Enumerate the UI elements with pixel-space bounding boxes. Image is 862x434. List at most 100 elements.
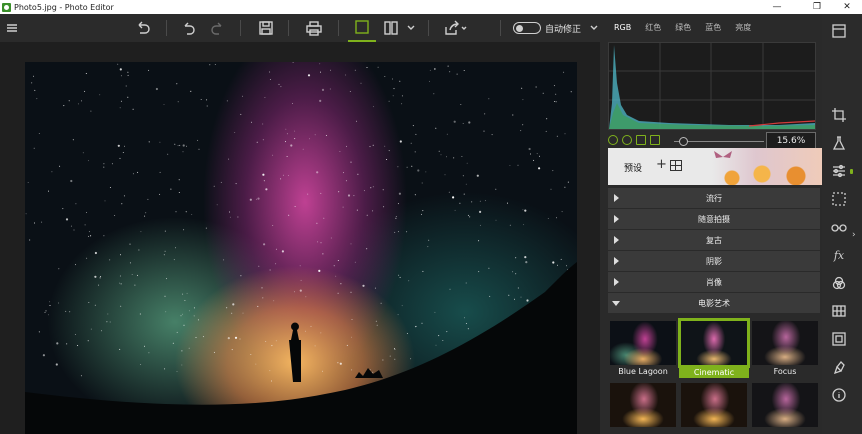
undo-button[interactable]	[178, 14, 200, 42]
preset-thumb-focus[interactable]	[752, 321, 818, 365]
menu-icon	[7, 24, 17, 32]
flask-button[interactable]	[830, 134, 848, 152]
preset-thumb-blue-lagoon[interactable]	[610, 321, 676, 365]
fit-screen-icon[interactable]	[636, 135, 646, 145]
frame-icon	[832, 332, 846, 346]
tab-luminance[interactable]: 亮度	[735, 22, 751, 33]
share-icon	[445, 20, 467, 35]
auto-fix-toggle[interactable]	[513, 22, 541, 34]
tab-red[interactable]: 红色	[645, 22, 661, 33]
category-label: 阴影	[706, 256, 722, 266]
right-panel: RGB 红色 绿色 蓝色 亮度 15.6% ︿	[600, 14, 822, 434]
color-mix-icon	[832, 276, 846, 290]
app-icon	[2, 2, 11, 12]
category-label: 肖像	[706, 277, 722, 287]
compare-view-button[interactable]	[380, 14, 402, 42]
tab-blue[interactable]: 蓝色	[705, 22, 721, 33]
toolbar-overflow[interactable]	[588, 14, 600, 42]
tab-rgb[interactable]: RGB	[614, 23, 631, 32]
title-bar: Photo5.jpg - Photo Editor — ❐ ✕	[0, 0, 862, 14]
butterfly-icon	[714, 151, 732, 163]
frame-button[interactable]	[830, 330, 848, 348]
category-popular[interactable]: 流行	[608, 188, 820, 208]
category-shadow[interactable]: 阴影	[608, 251, 820, 271]
redo-icon	[211, 22, 222, 35]
crop-icon	[832, 108, 846, 122]
canvas-area[interactable]	[0, 42, 600, 434]
adjust-icon	[833, 164, 845, 178]
info-icon	[832, 388, 846, 402]
tab-green[interactable]: 绿色	[675, 22, 691, 33]
chevron-right-icon	[614, 236, 619, 244]
minimize-button[interactable]: —	[760, 0, 794, 14]
preset-thumbnails: Blue Lagoon Cinematic Focus	[608, 317, 820, 434]
texture-button[interactable]	[830, 302, 848, 320]
toolbar-divider	[500, 20, 501, 36]
share-button[interactable]	[440, 14, 470, 42]
preset-label-blue-lagoon: Blue Lagoon	[618, 367, 668, 376]
active-tool-indicator	[850, 169, 853, 174]
preset-label-focus: Focus	[773, 367, 797, 376]
histogram	[608, 42, 816, 130]
layout-button[interactable]	[830, 22, 848, 40]
chevron-down-icon	[407, 25, 415, 30]
redo-button[interactable]	[206, 14, 228, 42]
auto-fix-label: 自动修正	[545, 25, 582, 35]
single-view-button[interactable]	[348, 14, 376, 42]
expand-panel-icon[interactable]: ›	[852, 230, 856, 240]
glasses-button[interactable]	[830, 218, 848, 236]
compare-view-icon	[384, 21, 398, 35]
compare-view-dropdown[interactable]	[404, 14, 418, 42]
maximize-button[interactable]: ❐	[800, 0, 834, 14]
stamp-button[interactable]	[830, 358, 848, 376]
category-label: 流行	[706, 193, 722, 203]
stamp-icon	[833, 361, 845, 374]
toolbar-divider	[240, 20, 241, 36]
texture-icon	[832, 305, 846, 317]
preset-thumb[interactable]	[752, 383, 818, 427]
info-button[interactable]	[830, 386, 848, 404]
category-vintage[interactable]: 复古	[608, 230, 820, 250]
person-silhouette	[289, 322, 301, 382]
category-casual[interactable]: 随意拍摄	[608, 209, 820, 229]
tools-sidebar: fx	[822, 14, 862, 434]
preset-grid-icon[interactable]	[670, 160, 682, 171]
zoom-out-icon[interactable]	[608, 135, 618, 145]
preset-thumb-cinematic[interactable]	[678, 318, 750, 368]
print-icon	[306, 21, 322, 36]
save-button[interactable]	[254, 14, 278, 42]
undo-icon	[184, 22, 195, 35]
histogram-tabs: RGB 红色 绿色 蓝色 亮度	[600, 14, 822, 40]
selection-button[interactable]	[830, 190, 848, 208]
preset-banner: 预设 +	[608, 148, 822, 185]
print-button[interactable]	[302, 14, 326, 42]
photo-canvas[interactable]	[25, 62, 577, 434]
selection-icon	[832, 192, 846, 206]
add-preset-button[interactable]: +	[656, 157, 667, 172]
fx-icon[interactable]: fx	[830, 246, 848, 264]
category-portrait[interactable]: 肖像	[608, 272, 820, 292]
chevron-down-icon	[612, 301, 620, 306]
crop-button[interactable]	[830, 106, 848, 124]
zoom-slider-knob[interactable]	[679, 137, 688, 146]
preset-label: 预设	[624, 164, 643, 174]
menu-button[interactable]	[2, 14, 22, 42]
toolbar-divider	[338, 20, 339, 36]
horizon-silhouette	[25, 262, 577, 434]
actual-size-icon[interactable]	[650, 135, 660, 145]
close-button[interactable]: ✕	[830, 0, 862, 14]
category-cinematic[interactable]: 电影艺术	[608, 293, 820, 313]
zoom-in-icon[interactable]	[622, 135, 632, 145]
preset-thumb[interactable]	[610, 383, 676, 427]
color-mix-button[interactable]	[830, 274, 848, 292]
toolbar-divider	[166, 20, 167, 36]
chevron-down-icon	[590, 25, 598, 30]
toolbar: 自动修正	[0, 14, 600, 42]
zoom-slider[interactable]	[674, 137, 764, 146]
undo-all-button[interactable]	[132, 14, 154, 42]
toolbar-divider	[428, 20, 429, 36]
preset-thumb[interactable]	[681, 383, 747, 427]
zoom-value-field[interactable]: 15.6%	[766, 132, 816, 149]
layout-icon	[832, 24, 846, 38]
adjust-button[interactable]	[830, 162, 848, 180]
